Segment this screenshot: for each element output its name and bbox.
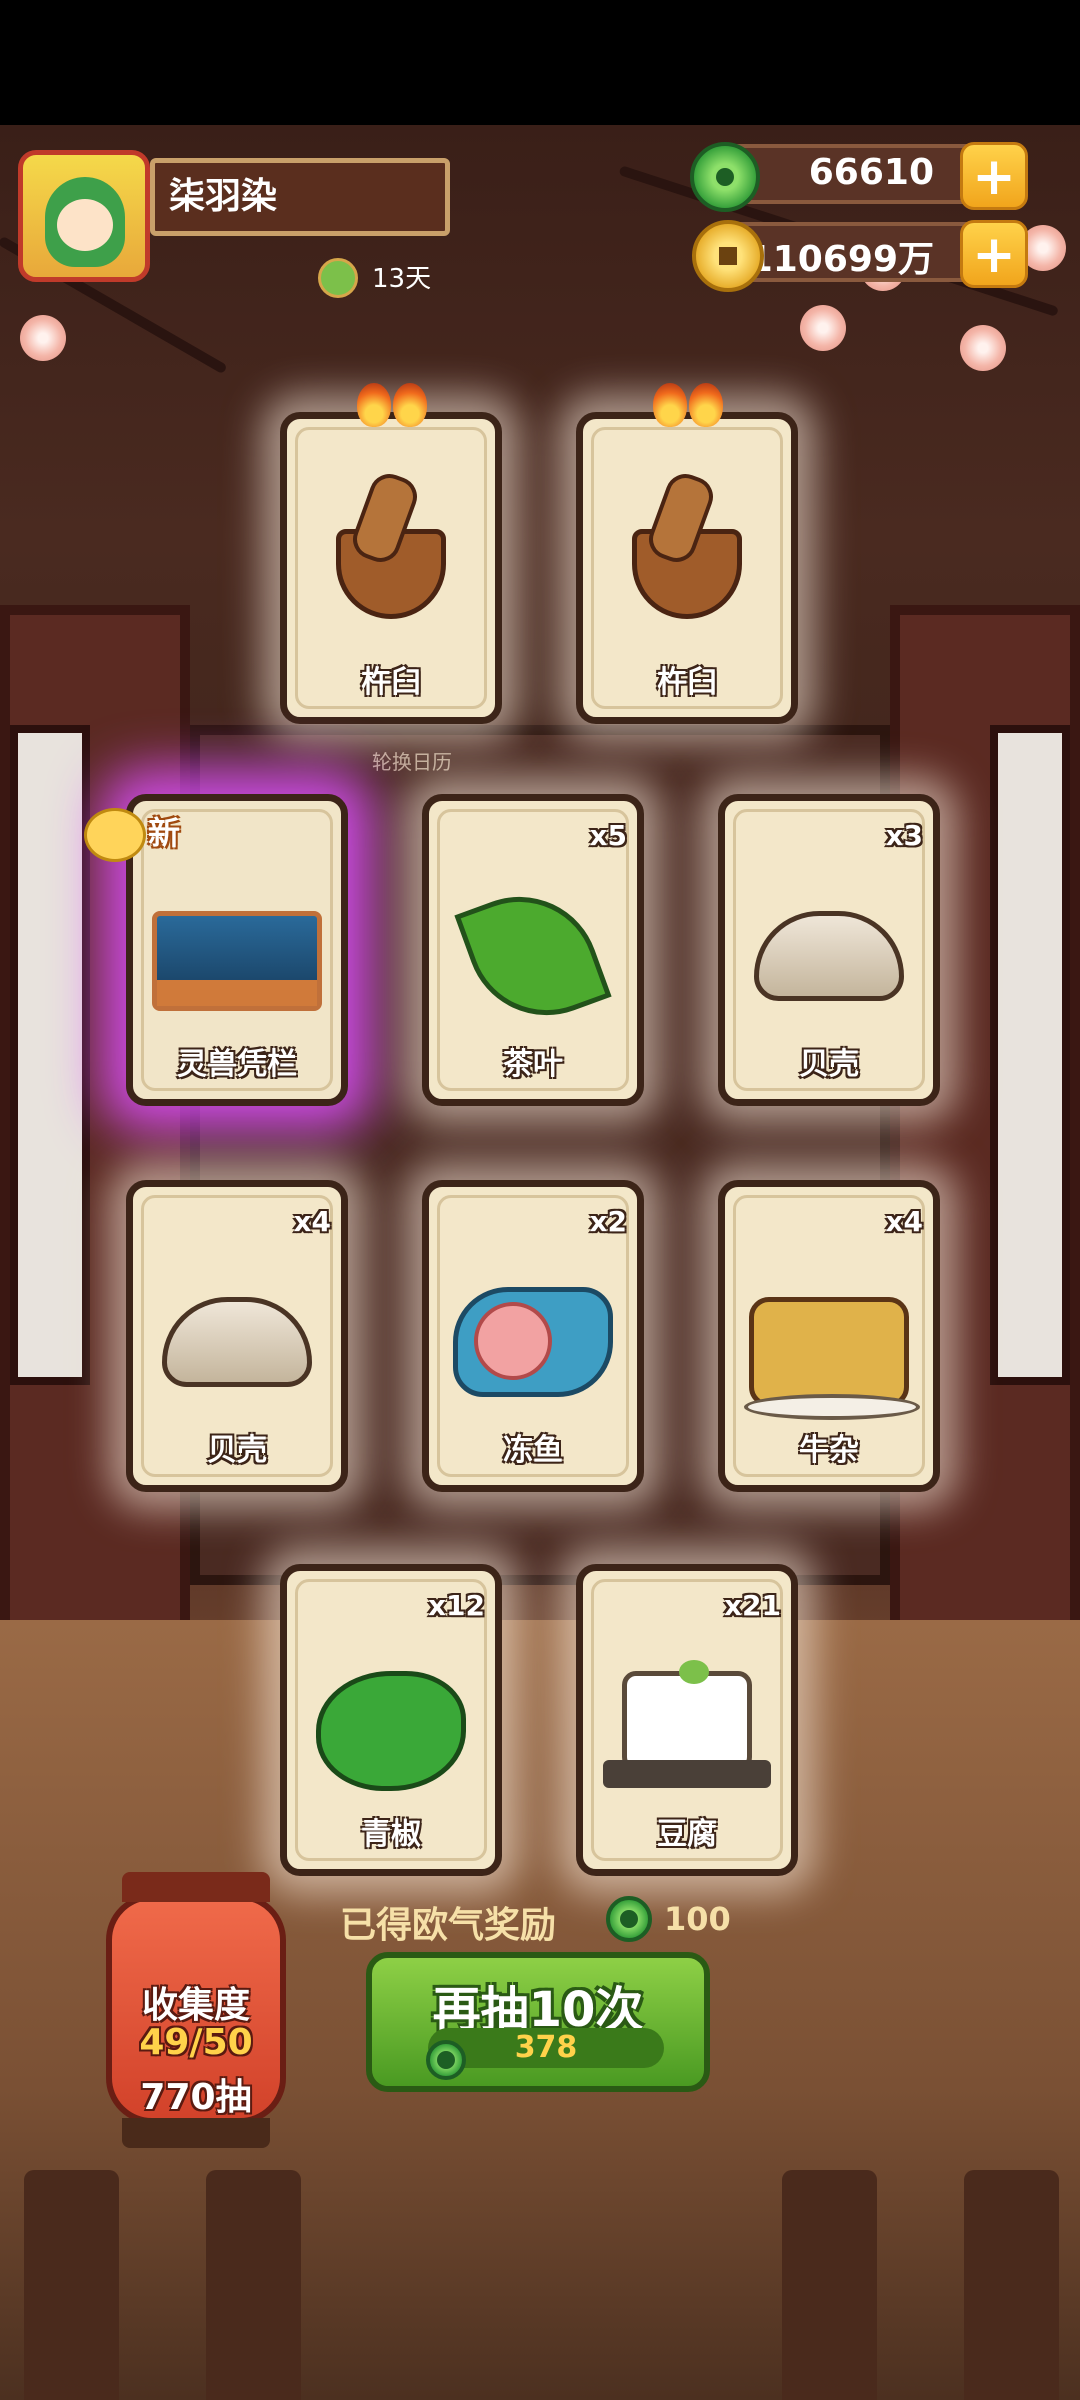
beef-offal-icon <box>744 1297 920 1420</box>
card-label: 青椒 <box>361 1817 421 1852</box>
item-count: x21 <box>723 1589 781 1622</box>
blossom-flower <box>960 325 1006 371</box>
tofu-icon <box>603 1660 771 1788</box>
fence-post <box>206 2170 301 2400</box>
card-label: 牛杂 <box>799 1433 859 1468</box>
player-avatar[interactable] <box>18 150 150 282</box>
reward-card-pepper[interactable]: x12 青椒 <box>280 1564 502 1876</box>
item-count: x4 <box>885 1205 923 1238</box>
card-label: 贝壳 <box>207 1433 267 1468</box>
reward-card-shell[interactable]: x4 贝壳 <box>126 1180 348 1492</box>
draw-ten-button[interactable]: 再抽10次 378 <box>366 1952 710 2092</box>
reward-card-tea[interactable]: x5 茶叶 <box>422 794 644 1106</box>
add-gold-button[interactable]: + <box>960 220 1028 288</box>
item-count: x3 <box>885 819 923 852</box>
item-count: x12 <box>427 1589 485 1622</box>
calendar-days-icon <box>318 258 358 298</box>
collection-progress: 49/50 <box>139 2022 253 2063</box>
reward-card-fish[interactable]: x2 冻鱼 <box>422 1180 644 1492</box>
item-count: x5 <box>589 819 627 852</box>
luck-reward-value: 100 <box>664 1900 731 1938</box>
card-label: 贝壳 <box>799 1047 859 1082</box>
collection-title: 收集度 <box>141 1985 250 2026</box>
blossom-flower <box>20 315 66 361</box>
reward-card-shell[interactable]: x3 贝壳 <box>718 794 940 1106</box>
stage-railing-icon <box>152 911 322 1011</box>
right-lattice-window <box>990 725 1070 1385</box>
flame-icon <box>357 379 437 427</box>
butterfly-icon <box>84 808 146 862</box>
fence-post <box>964 2170 1059 2400</box>
gold-amount: 110699万 <box>747 239 934 280</box>
collection-lantern[interactable]: 收集度 49/50 770抽 <box>106 1872 286 2148</box>
luck-reward-label: 已得欧气奖励 <box>340 1905 557 1946</box>
green-pepper-icon <box>316 1671 466 1791</box>
item-count: x4 <box>293 1205 331 1238</box>
avatar-face <box>57 199 113 251</box>
card-label: 杵臼 <box>657 665 717 700</box>
fence-post <box>24 2170 119 2400</box>
rotation-calendar-label: 轮换日历 <box>372 750 452 774</box>
collection-draws: 770抽 <box>140 2077 252 2118</box>
card-label: 杵臼 <box>361 665 421 700</box>
card-label: 豆腐 <box>657 1817 717 1852</box>
add-jade-button[interactable]: + <box>960 142 1028 210</box>
card-label: 灵兽凭栏 <box>177 1047 297 1082</box>
player-name: 柒羽染 <box>150 158 450 236</box>
blossom-flower <box>800 305 846 351</box>
reward-card-tofu[interactable]: x21 豆腐 <box>576 1564 798 1876</box>
new-badge: 新 <box>84 800 224 862</box>
gold-coin-icon <box>692 220 764 292</box>
card-label: 茶叶 <box>503 1047 563 1082</box>
reward-card-beef[interactable]: x4 牛杂 <box>718 1180 940 1492</box>
reward-card-mortar[interactable]: 杵臼 <box>280 383 502 724</box>
jade-amount: 66610 <box>808 152 934 193</box>
reward-card-mortar[interactable]: 杵臼 <box>576 383 798 724</box>
left-lattice-window <box>10 725 90 1385</box>
jade-coin-icon <box>690 142 760 212</box>
jade-coin-icon <box>606 1896 652 1942</box>
frozen-fish-icon <box>453 1287 613 1397</box>
flame-icon <box>653 379 733 427</box>
fence-post <box>782 2170 877 2400</box>
jade-coin-icon <box>426 2040 466 2080</box>
item-count: x2 <box>589 1205 627 1238</box>
days-count: 13天 <box>372 264 432 294</box>
card-label: 冻鱼 <box>503 1433 563 1468</box>
